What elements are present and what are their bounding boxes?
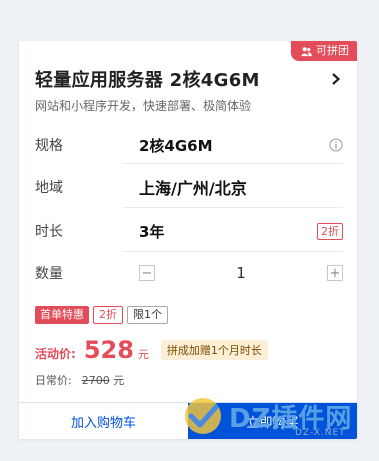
original-price-value: 2700: [81, 374, 110, 387]
divider: [123, 207, 343, 208]
spec-label: 规格: [35, 138, 63, 154]
watermark: DZ插件网 DZ-X.NET: [183, 388, 363, 444]
product-title-row[interactable]: 轻量应用服务器 2核4G6M: [35, 66, 343, 92]
group-buy-label: 可拼团: [316, 44, 349, 57]
original-price-row: 日常价: 2700 元: [35, 372, 124, 388]
add-to-cart-button[interactable]: 加入购物车: [19, 403, 188, 439]
duration-discount-badge: 2折: [317, 222, 343, 240]
region-label: 地域: [35, 180, 63, 196]
price-unit: 元: [137, 348, 149, 361]
chevron-right-icon[interactable]: [329, 72, 343, 86]
price-value: 528: [83, 336, 134, 364]
product-card: 可拼团 轻量应用服务器 2核4G6M 网站和小程序开发，快速部署、极简体验 规格…: [19, 41, 357, 439]
discount-tag: 2折: [93, 306, 123, 324]
price-row: 活动价: 528 元 拼成加赠1个月时长: [35, 336, 268, 364]
spec-row: 规格 2核4G6M: [35, 126, 343, 164]
quantity-decrement-button[interactable]: −: [139, 265, 155, 281]
region-value[interactable]: 上海/广州/北京: [139, 175, 343, 199]
limit-tag: 限1个: [127, 306, 168, 324]
watermark-subtext: DZ-X.NET: [295, 428, 346, 438]
first-order-tag: 首单特惠: [35, 306, 89, 324]
duration-value[interactable]: 3年: [139, 221, 317, 242]
product-title[interactable]: 轻量应用服务器 2核4G6M: [35, 66, 260, 92]
divider: [123, 251, 343, 252]
duration-row[interactable]: 时长 3年 2折: [35, 212, 343, 250]
quantity-increment-button[interactable]: +: [327, 265, 343, 281]
promo-banner: 拼成加赠1个月时长: [160, 340, 268, 360]
region-row[interactable]: 地域 上海/广州/北京: [35, 168, 343, 206]
product-subtitle: 网站和小程序开发，快速部署、极简体验: [35, 99, 252, 113]
duration-label: 时长: [35, 224, 63, 240]
original-price-unit: 元: [113, 374, 125, 387]
quantity-value[interactable]: 1: [155, 264, 327, 282]
price-label: 活动价:: [35, 347, 76, 361]
spec-value: 2核4G6M: [139, 136, 213, 155]
quantity-row: 数量 − 1 +: [35, 254, 343, 292]
promo-tags: 首单特惠 2折 限1个: [35, 306, 168, 324]
group-icon: [301, 46, 312, 56]
original-price-label: 日常价:: [35, 374, 72, 387]
quantity-label: 数量: [35, 266, 63, 282]
info-icon[interactable]: [329, 138, 343, 152]
group-buy-badge: 可拼团: [291, 41, 357, 61]
divider: [123, 163, 343, 164]
watermark-logo-icon: [185, 398, 221, 434]
